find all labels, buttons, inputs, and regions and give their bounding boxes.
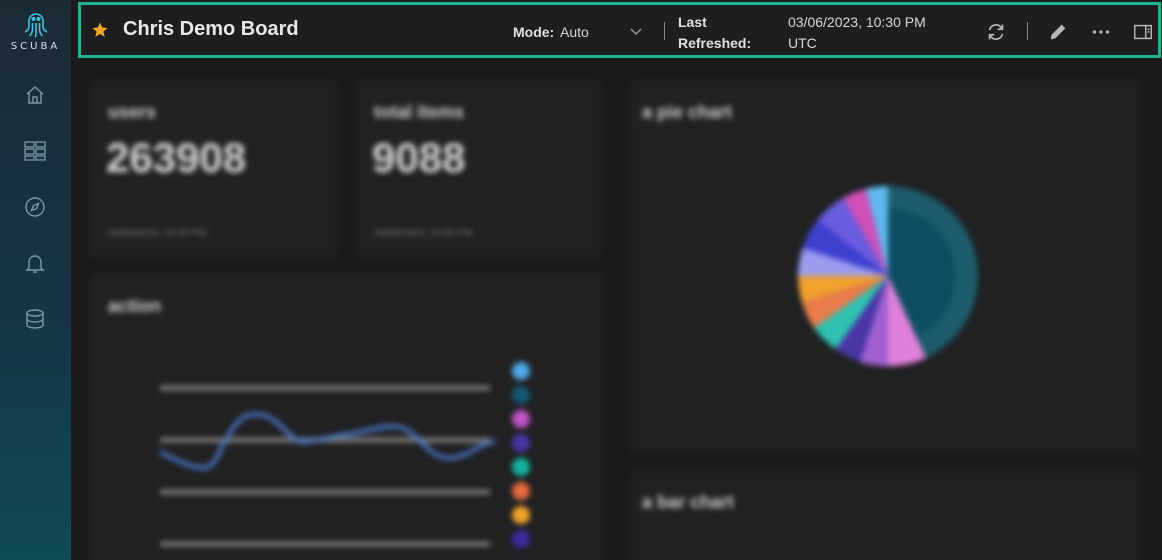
action-chart-panel[interactable]: action [90, 274, 604, 560]
favorite-star-icon[interactable] [91, 21, 109, 39]
panel-title: action [108, 296, 162, 316]
sidebar-item-alerts[interactable] [23, 251, 47, 275]
chevron-down-icon[interactable] [629, 24, 643, 38]
database-icon [26, 309, 44, 329]
sidebar-item-home[interactable] [23, 83, 47, 107]
legend-swatch [512, 530, 530, 548]
legend-swatch [512, 410, 530, 428]
more-horizontal-icon [1092, 30, 1110, 34]
sidebar-item-data[interactable] [23, 307, 47, 331]
scuba-logo[interactable]: SCUBA [0, 10, 71, 52]
mode-select[interactable]: Auto [560, 24, 589, 40]
legend-swatch [512, 506, 530, 524]
refresh-icon [988, 24, 1004, 40]
logo-text: SCUBA [10, 41, 61, 52]
users-panel[interactable]: users 263908 03/06/2023, 10:30 PM [90, 80, 338, 258]
toggle-panel-button[interactable] [1132, 21, 1154, 43]
sidebar: SCUBA [0, 0, 71, 560]
legend-swatch [512, 386, 530, 404]
bar-chart-panel[interactable]: a bar chart [630, 470, 1140, 560]
items-panel[interactable]: total items 9088 03/06/2023, 10:30 PM [356, 80, 602, 258]
panel-title: a pie chart [642, 102, 733, 122]
dashboard-content: users 263908 03/06/2023, 10:30 PM total … [78, 66, 1162, 560]
legend-swatch [512, 458, 530, 476]
refresh-button[interactable] [985, 21, 1007, 43]
edit-button[interactable] [1047, 21, 1069, 43]
panel-timestamp: 03/06/2023, 10:30 PM [108, 228, 207, 239]
last-refreshed-value: 03/06/2023, 10:30 PM UTC [788, 14, 926, 51]
legend-swatch [512, 434, 530, 452]
metric-value: 9088 [372, 134, 466, 181]
sidebar-item-explore[interactable] [23, 195, 47, 219]
board-header: Chris Demo Board Mode: Auto Last Refresh… [78, 2, 1161, 58]
panel-title: a bar chart [642, 492, 735, 512]
board-title[interactable]: Chris Demo Board [123, 18, 299, 41]
side-panel-icon [1134, 24, 1152, 40]
pencil-icon [1050, 24, 1066, 40]
grid-icon [24, 141, 46, 161]
more-options-button[interactable] [1090, 21, 1112, 43]
legend-swatch [512, 482, 530, 500]
legend-swatch [512, 362, 530, 380]
home-icon [26, 86, 44, 104]
panel-title: total items [374, 102, 465, 122]
pie-chart [798, 186, 978, 367]
metric-value: 263908 [106, 134, 247, 181]
sidebar-item-boards[interactable] [23, 139, 47, 163]
divider [664, 22, 665, 40]
divider [1027, 22, 1028, 40]
panel-title: users [108, 102, 157, 122]
line-chart [159, 385, 496, 547]
bell-icon [25, 255, 45, 273]
last-refreshed-label: Last Refreshed: [678, 14, 752, 51]
octopus-logo-icon [24, 13, 47, 38]
mode-label: Mode: [513, 24, 555, 40]
compass-icon [25, 197, 45, 217]
pie-chart-panel[interactable]: a pie chart [630, 80, 1140, 452]
app: SCUBA Chris Demo Board Mode: Auto Last R… [0, 0, 1162, 560]
panel-timestamp: 03/06/2023, 10:30 PM [374, 228, 473, 239]
